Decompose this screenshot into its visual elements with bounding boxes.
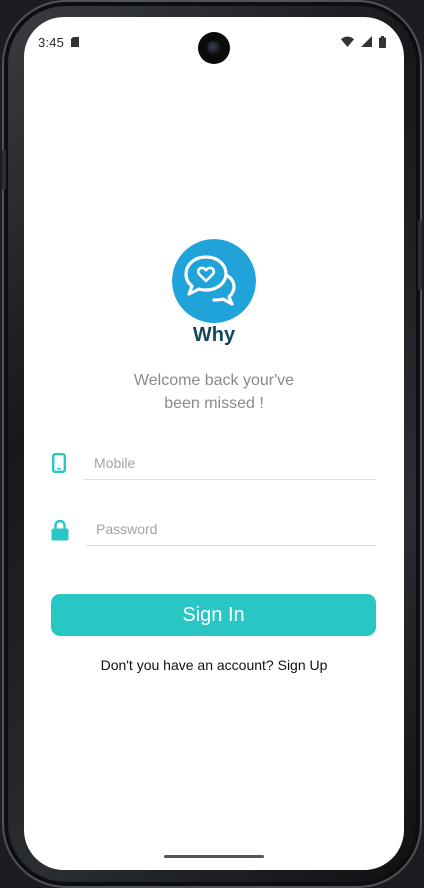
password-underline <box>86 545 376 546</box>
status-time: 3:45 <box>38 35 65 50</box>
battery-icon <box>379 36 386 48</box>
sign-up-link[interactable]: Sign Up <box>278 657 328 673</box>
cell-signal-icon <box>360 36 372 47</box>
power-button <box>418 220 422 290</box>
mobile-input[interactable] <box>94 454 374 472</box>
status-bar: 3:45 <box>24 17 404 64</box>
status-icons <box>341 36 386 48</box>
password-field <box>50 511 378 546</box>
front-camera <box>198 32 230 64</box>
volume-button <box>2 150 6 190</box>
phone-frame: 3:45 Why Welcome back your've been misse… <box>2 0 422 888</box>
phone-icon <box>52 453 66 473</box>
app-name: Why <box>192 324 236 346</box>
mobile-field <box>50 445 378 480</box>
password-input[interactable] <box>96 520 374 538</box>
home-indicator[interactable] <box>164 855 264 858</box>
app-screen: 3:45 Why Welcome back your've been misse… <box>24 17 404 870</box>
sd-card-icon <box>71 37 79 47</box>
welcome-message: Welcome back your've been missed ! <box>84 369 344 415</box>
mobile-underline <box>84 479 376 480</box>
wifi-icon <box>341 36 355 47</box>
signup-prompt: Don't you have an account? Sign Up <box>24 657 404 673</box>
sign-in-button[interactable]: Sign In <box>51 594 376 636</box>
welcome-line-2: been missed ! <box>164 395 264 412</box>
welcome-line-1: Welcome back your've <box>133 372 295 389</box>
chat-bubbles-heart-icon <box>172 239 256 323</box>
signup-question: Don't you have an account? <box>100 657 274 673</box>
lock-icon <box>51 519 69 541</box>
